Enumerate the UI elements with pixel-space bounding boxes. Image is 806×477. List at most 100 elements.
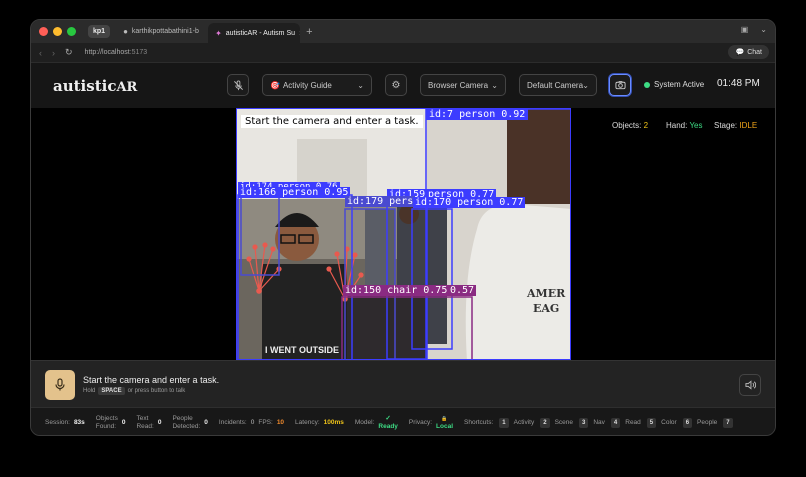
stat-incidents: Incidents: 0 FPS: 10	[219, 419, 284, 427]
shortcut-key: 6	[682, 417, 693, 428]
shortcut-scene[interactable]: 2 Scene	[540, 417, 573, 428]
profile-badge[interactable]: kp1	[88, 25, 111, 38]
chevron-down-icon: ⌄	[582, 80, 589, 90]
stat-label: People Detected:	[172, 414, 201, 430]
tab-autisticar[interactable]: ✦ autisticAR - Autism Su ×	[208, 23, 301, 43]
system-status: System Active	[644, 80, 704, 89]
activity-select[interactable]: 🎯 Activity Guide ⌄	[262, 74, 372, 96]
voice-prompt-bar: Start the camera and enter a task. Hold …	[31, 360, 775, 407]
stat-session: Session: 83s	[45, 419, 85, 427]
back-icon[interactable]: ‹	[39, 48, 42, 58]
settings-button[interactable]: ⚙	[385, 74, 407, 96]
hud-objects: Objects: 2	[612, 121, 648, 130]
shortcut-key: 2	[540, 417, 550, 428]
camera-select[interactable]: Default Camera ⌄	[519, 74, 597, 96]
minimize-window-button[interactable]	[53, 27, 62, 36]
url-port: :5173	[129, 49, 148, 56]
hud-stage: Stage: IDLE	[714, 121, 757, 130]
source-select[interactable]: Browser Camera ⌄	[420, 74, 506, 96]
stat-value: 10	[276, 419, 285, 426]
activity-icon: 🎯	[270, 80, 280, 90]
prompt-text: Start the camera and enter a task.	[83, 375, 220, 385]
detection-label: id:7 person 0.92	[426, 109, 529, 120]
shortcut-label: Nav	[593, 419, 605, 426]
shortcut-label: Color	[661, 419, 677, 426]
window-controls	[39, 27, 76, 36]
shortcut-nav[interactable]: 3 Nav	[579, 417, 605, 428]
clock: 01:48 PM	[717, 78, 760, 89]
stat-label: Session:	[45, 418, 70, 426]
shortcuts-label: Shortcuts:	[464, 418, 494, 426]
lock-icon: 🔒	[441, 415, 448, 422]
tab-search-icon[interactable]: ▣	[741, 25, 749, 34]
stat-value: 0	[157, 419, 162, 426]
shortcut-key: 4	[610, 417, 621, 428]
tab-title: karthikpottabathini1-b	[131, 28, 199, 35]
shortcut-people[interactable]: 6 People	[682, 417, 718, 428]
reload-icon[interactable]: ↻	[65, 47, 73, 58]
stat-value: ✓ Ready	[378, 414, 398, 430]
stat-label: FPS:	[258, 418, 273, 426]
mic-icon	[55, 378, 65, 391]
hint-suffix: or press button to talk	[127, 388, 186, 394]
stat-value: 🔒 Local	[436, 415, 454, 430]
stat-label: Privacy:	[408, 418, 433, 426]
source-select-value: Browser Camera	[428, 80, 489, 90]
stat-label: Objects Found:	[95, 414, 118, 430]
stat-text-read: Text Read: 0	[136, 415, 161, 431]
mute-mic-button[interactable]	[227, 74, 249, 96]
hud-hand: Hand: Yes	[666, 121, 703, 130]
shortcut-label: Read	[625, 419, 641, 426]
close-tab-icon[interactable]: ×	[299, 29, 300, 38]
tab-github[interactable]: ● karthikpottabathini1-b	[116, 23, 208, 41]
hud-objects-value: 2	[643, 121, 649, 130]
logo-accent: AR	[116, 80, 138, 95]
close-window-button[interactable]	[39, 27, 48, 36]
status-text: System Active	[654, 80, 705, 89]
shortcut-color[interactable]: 5 Color	[646, 417, 677, 428]
url-field[interactable]: http://localhost:5173	[85, 49, 148, 56]
shortcut-label: Activity	[513, 419, 535, 426]
gear-icon: ⚙	[391, 79, 401, 91]
shortcut-activity[interactable]: 1 Activity	[499, 417, 535, 428]
stat-value: 0	[121, 419, 126, 426]
stat-value: 0	[204, 419, 208, 426]
chat-bubble-icon: 💬	[735, 49, 745, 56]
camera-frame: AMER EAG I WENT OUTSIDE	[237, 109, 570, 359]
shortcut-label: People	[697, 419, 718, 426]
mic-off-icon	[233, 79, 243, 90]
hud-hand-value: Yes	[689, 121, 703, 130]
speaker-icon	[744, 380, 756, 390]
stat-label: Latency:	[295, 418, 320, 426]
camera-select-value: Default Camera	[527, 80, 584, 90]
hud-stage-value: IDLE	[739, 121, 758, 130]
stat-label: Text Read:	[136, 414, 154, 430]
logo-main: autistic	[53, 77, 117, 95]
camera-feed[interactable]: AMER EAG I WENT OUTSIDE Start the camera…	[236, 108, 571, 360]
push-to-talk-button[interactable]	[45, 370, 75, 400]
tab-list-chevron-icon[interactable]: ⌄	[760, 25, 767, 34]
maximize-window-button[interactable]	[67, 27, 76, 36]
shortcut-7[interactable]: 7	[723, 417, 733, 428]
svg-text:EAG: EAG	[533, 302, 559, 315]
chat-button[interactable]: 💬 Chat	[728, 45, 769, 59]
new-tab-button[interactable]: +	[306, 26, 312, 38]
address-bar: ‹ › ↻ http://localhost:5173 💬 Chat	[31, 43, 775, 63]
speaker-button[interactable]	[739, 374, 761, 396]
app-logo: autisticAR	[53, 77, 137, 95]
stat-label: Model:	[354, 418, 375, 426]
capture-camera-button[interactable]	[609, 74, 631, 96]
detection-label: id:170 person 0.77	[413, 197, 526, 208]
forward-icon[interactable]: ›	[52, 48, 55, 58]
shortcut-key: 3	[579, 417, 589, 428]
app-header: autisticAR 🎯 Activity Guide ⌄ ⚙ Browser …	[31, 63, 775, 108]
github-icon: ●	[123, 27, 128, 36]
stat-latency: Latency: 100ms	[295, 419, 344, 427]
shortcut-read[interactable]: 4 Read	[610, 417, 641, 428]
hint-key: SPACE	[98, 387, 125, 395]
hud-objects-label: Objects:	[612, 121, 642, 130]
overlay-banner: Start the camera and enter a task.	[241, 115, 423, 128]
detection-label: id:150 chair 0.75	[343, 285, 450, 296]
tab-bar: kp1 ● karthikpottabathini1-b ✦ autisticA…	[31, 20, 775, 43]
activity-select-value: Activity Guide	[282, 80, 332, 90]
